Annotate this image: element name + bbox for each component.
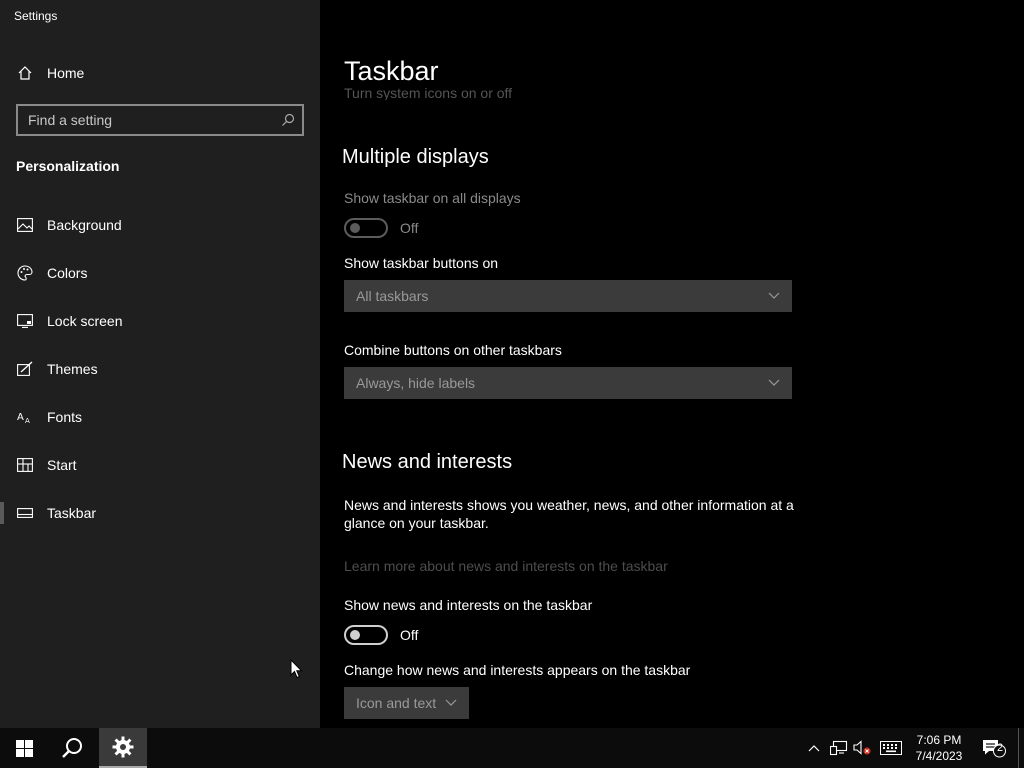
section-title: Personalization [16,158,120,174]
show-desktop-divider[interactable] [1018,728,1019,768]
scrolled-link-text[interactable]: Turn system icons on or off [344,86,512,100]
gear-icon [112,736,134,758]
chevron-down-icon [445,699,457,706]
chevron-down-icon [768,292,780,299]
sidebar-item-label: Taskbar [47,505,97,521]
show-news-toggle[interactable] [344,625,388,645]
start-layout-icon [16,456,34,474]
show-all-displays-toggle[interactable] [344,218,388,238]
sidebar-item-label: Lock screen [47,313,123,329]
network-icon [830,740,848,756]
taskbar-search-button[interactable] [48,728,96,768]
sidebar-nav: Background Colors Lock screen Themes AA … [0,201,320,537]
show-news-state: Off [400,627,419,643]
buttons-on-dropdown[interactable]: All taskbars [344,280,792,312]
sidebar-item-label: Start [47,457,77,473]
main-content: Turn system icons on or off Taskbar Mult… [320,0,1024,728]
touch-keyboard-button[interactable] [879,738,903,758]
sidebar-item-colors[interactable]: Colors [0,249,320,297]
sidebar-item-label: Themes [47,361,98,377]
taskbar-icon [16,504,34,522]
sidebar-item-taskbar[interactable]: Taskbar [0,489,320,537]
picture-icon [16,216,34,234]
volume-muted-icon [853,740,871,755]
dropdown-value: Icon and text [356,695,437,711]
font-icon: AA [16,408,34,426]
keyboard-icon [880,741,902,755]
action-center-button[interactable]: 2 [980,738,1008,758]
sidebar: Settings Home Personalization Background… [0,0,320,728]
sidebar-item-background[interactable]: Background [0,201,320,249]
show-hidden-icons-button[interactable] [806,738,822,758]
windows-taskbar: 7:06 PM 7/4/2023 2 [0,728,1024,768]
page-title: Taskbar [344,56,439,86]
network-tray-button[interactable] [829,738,849,758]
app-title: Settings [14,9,58,23]
combine-buttons-dropdown[interactable]: Always, hide labels [344,367,792,399]
start-button[interactable] [0,728,48,768]
notification-count-badge: 2 [996,742,1004,754]
news-appearance-dropdown[interactable]: Icon and text [344,687,469,719]
combine-buttons-label: Combine buttons on other taskbars [344,342,562,358]
change-appearance-label: Change how news and interests appears on… [344,662,691,678]
learn-more-link[interactable]: Learn more about news and interests on t… [344,558,668,574]
search-input[interactable] [18,112,274,128]
taskbar-settings-app[interactable] [99,728,147,768]
sidebar-item-fonts[interactable]: AA Fonts [0,393,320,441]
brush-icon [16,360,34,378]
chevron-down-icon [768,379,780,386]
windows-logo-icon [15,739,33,757]
home-link[interactable]: Home [16,62,84,84]
dropdown-value: Always, hide labels [356,375,476,391]
sidebar-item-label: Colors [47,265,88,281]
home-label: Home [47,65,85,81]
search-icon [62,738,82,758]
show-all-displays-label: Show taskbar on all displays [344,190,521,206]
clock-date: 7/4/2023 [915,749,963,763]
clock-time: 7:06 PM [916,733,962,747]
sidebar-item-label: Fonts [47,409,83,425]
search-icon[interactable] [274,106,302,134]
buttons-on-label: Show taskbar buttons on [344,255,499,271]
news-interests-heading: News and interests [342,451,513,473]
chevron-up-icon [808,745,820,752]
taskbar-clock[interactable]: 7:06 PM 7/4/2023 [910,732,968,764]
show-news-label: Show news and interests on the taskbar [344,597,593,613]
show-all-displays-state: Off [400,220,419,236]
sidebar-item-start[interactable]: Start [0,441,320,489]
lock-screen-icon [16,312,34,330]
palette-icon [16,264,34,282]
svg-text:A: A [25,417,30,424]
sidebar-item-lock-screen[interactable]: Lock screen [0,297,320,345]
dropdown-value: All taskbars [356,288,429,304]
multiple-displays-heading: Multiple displays [342,146,489,168]
home-icon [16,64,34,82]
mouse-cursor-icon [290,658,303,684]
volume-tray-button[interactable] [853,738,873,758]
svg-text:A: A [17,412,24,423]
sidebar-item-themes[interactable]: Themes [0,345,320,393]
sidebar-item-label: Background [47,217,122,233]
news-description: News and interests shows you weather, ne… [344,497,794,531]
search-box[interactable] [16,104,304,136]
